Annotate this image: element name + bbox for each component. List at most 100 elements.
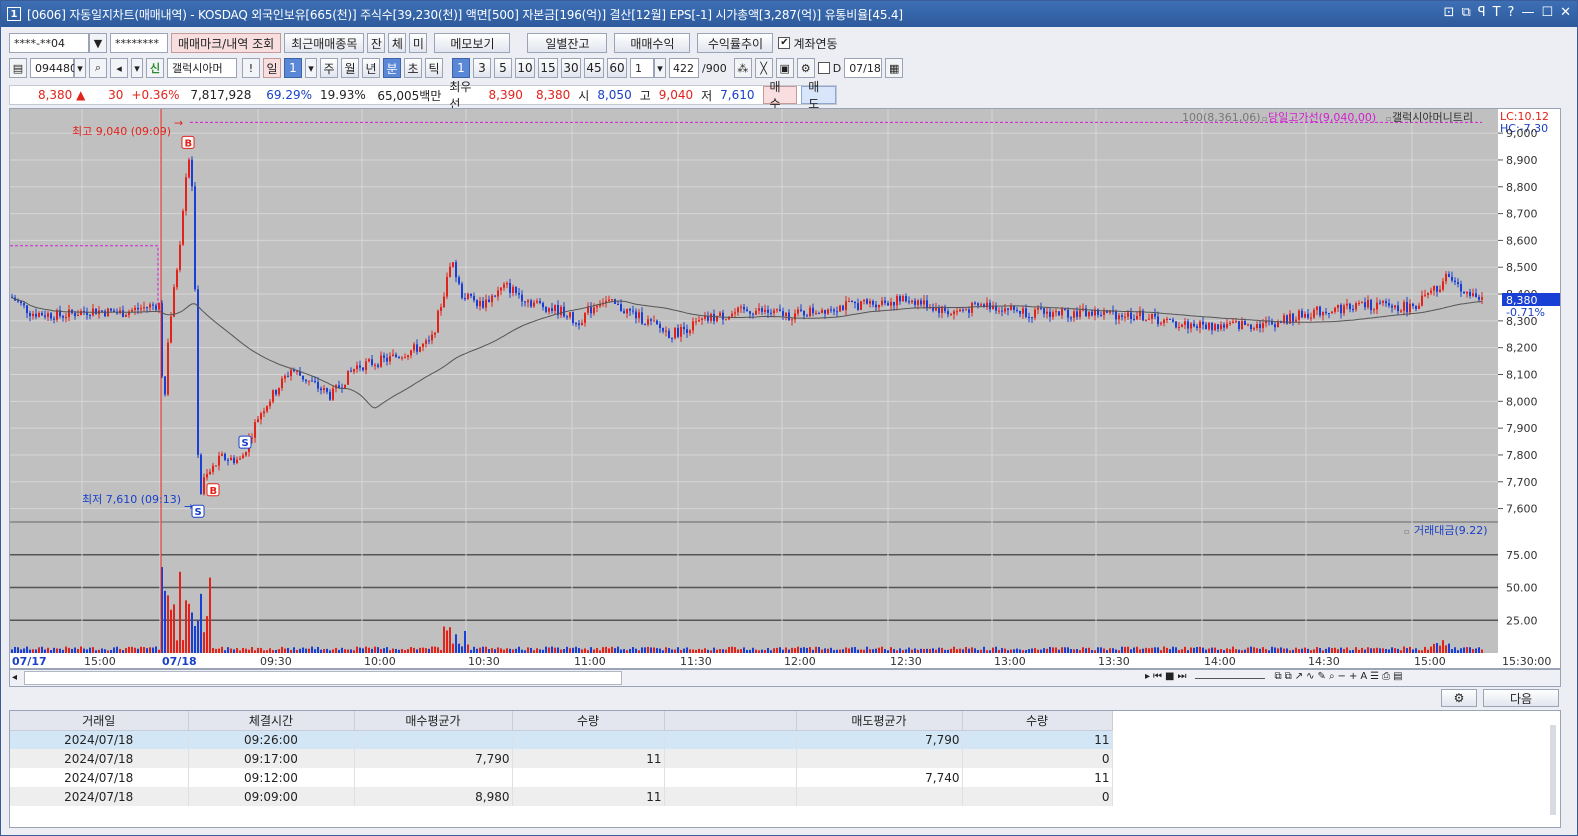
interval-10-button[interactable]: 10 [515, 58, 535, 78]
link-icon[interactable]: ⊡ [1444, 5, 1455, 20]
restore-icon[interactable]: ⧉ [1461, 5, 1470, 20]
memo-button[interactable]: 메모보기 [434, 33, 511, 53]
custom-interval-field[interactable]: 1 [630, 58, 654, 78]
gear-icon[interactable]: ⚙ [796, 58, 815, 78]
custom-dropdown-icon[interactable]: ▾ [654, 58, 666, 78]
wave-icon[interactable]: ∿ [1306, 671, 1314, 682]
minimize-icon[interactable]: — [1521, 5, 1534, 20]
period-day-button[interactable]: 일 [263, 58, 281, 78]
candle-body [1319, 306, 1321, 316]
col-sell-qty[interactable]: 수량 [962, 711, 1113, 731]
font-icon[interactable]: T [1493, 5, 1501, 20]
second-button[interactable]: 초 [404, 58, 422, 78]
col-trade-date[interactable]: 거래일 [10, 711, 189, 731]
return-trend-button[interactable]: 수익률추이 [697, 33, 774, 53]
zoom-out-icon[interactable]: − [1338, 671, 1346, 682]
period-dropdown-icon[interactable]: ▾ [305, 58, 317, 78]
maximize-icon[interactable]: ☐ [1541, 5, 1553, 20]
date-field[interactable]: 07/18 [844, 58, 883, 78]
pin-icon[interactable]: ꟼ [1478, 5, 1486, 20]
trade-profit-button[interactable]: 매매수익 [614, 33, 691, 53]
col-sell-avg[interactable]: 매도평균가 [796, 711, 963, 731]
settings-icon[interactable]: ▤ [1393, 671, 1402, 682]
interval-5-button[interactable]: 5 [494, 58, 512, 78]
code-dropdown-icon[interactable]: ▾ [74, 58, 86, 78]
pencil-icon[interactable]: ✎ [1318, 671, 1326, 682]
candle-body [1451, 276, 1453, 281]
col-buy-avg[interactable]: 매수평균가 [354, 711, 513, 731]
recent-stocks-button[interactable]: 최근매매종목 [284, 33, 365, 53]
volume-bar [173, 604, 175, 653]
sound-icon[interactable]: ◂ [110, 58, 128, 78]
count-field[interactable]: 422 [669, 58, 699, 78]
account-field[interactable]: ****-**04 [9, 33, 89, 53]
search-icon[interactable]: ⌕ [89, 58, 107, 78]
period-num-field[interactable]: 1 [284, 58, 302, 78]
alert-icon[interactable]: ! [242, 58, 260, 78]
draw-tool-icon[interactable]: ╳ [754, 58, 773, 78]
next-button[interactable]: 다음 [1483, 689, 1559, 707]
stock-code-field[interactable]: 094480 [30, 58, 77, 78]
chart-canvas[interactable]: →→BSBS 100(8,361,06) ▫ 당일고가선(9,040,00) ▫… [10, 109, 1560, 668]
rewind-icon[interactable]: ⏮ [1153, 671, 1162, 682]
candle-body [776, 309, 778, 311]
col-buy-qty[interactable]: 수량 [512, 711, 665, 731]
month-button[interactable]: 월 [341, 58, 359, 78]
password-field[interactable]: ******** [110, 33, 168, 53]
volume-bar [764, 649, 766, 653]
sell-button[interactable]: 매도 [801, 80, 837, 111]
table-settings-icon[interactable]: ⚙ [1441, 689, 1477, 707]
executed-button[interactable]: 체 [388, 33, 407, 53]
sound-dropdown-icon[interactable]: ▾ [131, 58, 143, 78]
chart-scrollbar[interactable]: ◂ ▸ ⏮ ■ ⏭ ⧉ ⧉ ↗ ∿ ✎ ⌕ − + A ☰ ⎙ ▤ [9, 669, 1561, 687]
interval-45-button[interactable]: 45 [584, 58, 604, 78]
scroll-left-icon[interactable]: ◂ [12, 672, 17, 683]
scroll-right-icon[interactable]: ▸ [1145, 671, 1150, 682]
save-icon[interactable]: ▣ [775, 58, 794, 78]
d-checkbox[interactable] [817, 62, 830, 74]
stock-name-field[interactable]: 갤럭시아머 [167, 58, 237, 78]
text-icon[interactable]: A [1360, 671, 1367, 682]
layout-icon[interactable]: ⧉ [1274, 671, 1281, 682]
mark-query-button[interactable]: 매매마크/내역 조회 [171, 33, 282, 53]
daily-balance-button[interactable]: 일별잔고 [527, 33, 608, 53]
tick-button[interactable]: 틱 [425, 58, 443, 78]
balance-button[interactable]: 잔 [367, 33, 386, 53]
table-row[interactable]: 2024/07/18 09:12:00 7,740 11 [10, 768, 1113, 787]
col-exec-time[interactable]: 체결시간 [188, 711, 355, 731]
copy-icon[interactable]: ⧉ [1285, 671, 1292, 682]
print-icon[interactable]: ⎙ [1382, 671, 1390, 682]
unexecuted-button[interactable]: 미 [409, 33, 428, 53]
zoom-in-icon[interactable]: + [1349, 671, 1357, 682]
help-icon[interactable]: ? [1508, 5, 1515, 20]
forward-icon[interactable]: ⏭ [1177, 671, 1186, 682]
calendar-icon[interactable]: ▦ [885, 58, 904, 78]
table-row[interactable]: 2024/07/18 09:26:00 7,790 11 [10, 730, 1113, 749]
interval-1-button[interactable]: 1 [452, 58, 470, 78]
trend-icon[interactable]: ↗ [1295, 671, 1303, 682]
table-row[interactable]: 2024/07/18 09:09:00 8,980 11 0 [10, 787, 1113, 806]
interval-60-button[interactable]: 60 [607, 58, 627, 78]
scroll-thumb[interactable] [24, 671, 622, 685]
list-icon[interactable]: ☰ [1370, 671, 1379, 682]
interval-30-button[interactable]: 30 [561, 58, 581, 78]
volume-bar [200, 593, 202, 653]
price-chart[interactable]: → → B S B S 100(8,361,06) ▫ 당일고가선(9,040,00) ▫… [9, 108, 1561, 669]
table-row[interactable]: 2024/07/18 09:17:00 7,790 11 0 [10, 749, 1113, 768]
close-icon[interactable]: ✕ [1560, 5, 1571, 20]
volume-bar [554, 647, 556, 653]
week-button[interactable]: 주 [320, 58, 338, 78]
interval-15-button[interactable]: 15 [538, 58, 558, 78]
chart-tool-icon[interactable]: ⁂ [733, 58, 752, 78]
table-scrollbar[interactable] [1550, 725, 1556, 815]
account-dropdown-icon[interactable]: ▼ [89, 33, 107, 53]
buy-button[interactable]: 매수 [762, 80, 798, 111]
stop-icon[interactable]: ■ [1165, 671, 1174, 682]
link-checkbox[interactable]: ✔ [778, 37, 791, 49]
year-button[interactable]: 년 [362, 58, 380, 78]
menu-icon[interactable]: ▤ [9, 58, 27, 78]
zoom-icon[interactable]: ⌕ [1329, 671, 1335, 682]
minute-button[interactable]: 분 [383, 58, 401, 78]
speed-slider[interactable] [1195, 671, 1266, 679]
interval-3-button[interactable]: 3 [473, 58, 491, 78]
